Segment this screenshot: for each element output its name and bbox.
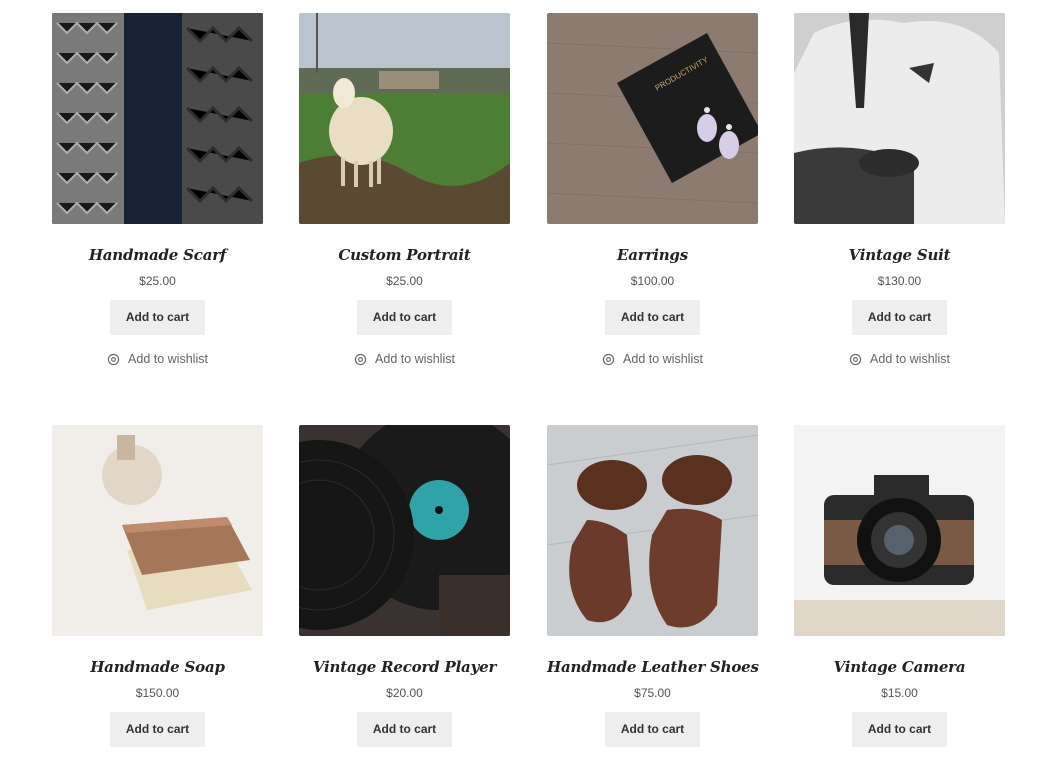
record-player-photo	[299, 425, 510, 636]
wishlist-label: Add to wishlist	[870, 352, 950, 366]
product-card: Vintage Camera $15.00 Add to cart	[794, 425, 1005, 747]
product-card: Vintage Record Player $20.00 Add to cart	[299, 425, 510, 747]
wishlist-label: Add to wishlist	[128, 352, 208, 366]
add-to-cart-button[interactable]: Add to cart	[605, 300, 700, 335]
product-price: $25.00	[139, 274, 176, 288]
product-title[interactable]: Custom Portrait	[299, 243, 510, 267]
add-to-cart-button[interactable]: Add to cart	[357, 300, 452, 335]
wishlist-gear-icon	[602, 353, 615, 365]
product-title[interactable]: Handmade Leather Shoes	[547, 655, 759, 679]
product-price: $20.00	[386, 686, 423, 700]
product-image[interactable]	[299, 425, 510, 636]
add-to-wishlist-link[interactable]: Add to wishlist	[547, 351, 758, 367]
product-image[interactable]	[794, 13, 1005, 224]
add-to-wishlist-link[interactable]: Add to wishlist	[52, 351, 263, 367]
suit-photo	[794, 13, 1005, 224]
wishlist-label: Add to wishlist	[375, 352, 455, 366]
product-title[interactable]: Earrings	[547, 243, 758, 267]
product-image[interactable]	[52, 425, 263, 636]
product-image[interactable]	[547, 425, 758, 636]
earrings-notebook-photo: PRODUCTIVITY	[547, 13, 758, 224]
add-to-wishlist-link[interactable]: Add to wishlist	[299, 351, 510, 367]
product-price: $15.00	[881, 686, 918, 700]
product-title[interactable]: Vintage Camera	[794, 655, 1005, 679]
leather-shoes-photo	[547, 425, 758, 636]
add-to-cart-button[interactable]: Add to cart	[110, 712, 205, 747]
camera-photo	[794, 425, 1005, 636]
sheep-photo	[299, 13, 510, 224]
product-image[interactable]	[794, 425, 1005, 636]
product-card: Handmade Leather Shoes $75.00 Add to car…	[547, 425, 759, 747]
product-image[interactable]	[299, 13, 510, 224]
product-title[interactable]: Vintage Suit	[794, 243, 1005, 267]
product-card: Handmade Soap $150.00 Add to cart	[52, 425, 263, 747]
soap-photo	[52, 425, 263, 636]
product-price: $25.00	[386, 274, 423, 288]
product-title[interactable]: Handmade Scarf	[52, 243, 263, 267]
add-to-cart-button[interactable]: Add to cart	[852, 712, 947, 747]
add-to-cart-button[interactable]: Add to cart	[110, 300, 205, 335]
add-to-cart-button[interactable]: Add to cart	[852, 300, 947, 335]
product-price: $100.00	[630, 274, 675, 288]
wishlist-gear-icon	[849, 353, 862, 365]
product-image[interactable]: PRODUCTIVITY	[547, 13, 758, 224]
add-to-wishlist-link[interactable]: Add to wishlist	[794, 351, 1005, 367]
product-price: $75.00	[634, 686, 671, 700]
add-to-cart-button[interactable]: Add to cart	[357, 712, 452, 747]
wishlist-label: Add to wishlist	[623, 352, 703, 366]
product-card: Handmade Scarf $25.00 Add to cart Add to…	[52, 13, 263, 367]
product-title[interactable]: Vintage Record Player	[299, 655, 510, 679]
product-image[interactable]	[52, 13, 263, 224]
wishlist-gear-icon	[354, 353, 367, 365]
wishlist-gear-icon	[107, 353, 120, 365]
knit-scarf-photo	[52, 13, 263, 224]
product-card: Vintage Suit $130.00 Add to cart Add to …	[794, 13, 1005, 367]
product-price: $150.00	[135, 686, 180, 700]
product-card: Custom Portrait $25.00 Add to cart Add t…	[299, 13, 510, 367]
product-title[interactable]: Handmade Soap	[52, 655, 263, 679]
add-to-cart-button[interactable]: Add to cart	[605, 712, 700, 747]
product-price: $130.00	[877, 274, 922, 288]
product-card: PRODUCTIVITY Earrings $100.00 Add to car…	[547, 13, 758, 367]
